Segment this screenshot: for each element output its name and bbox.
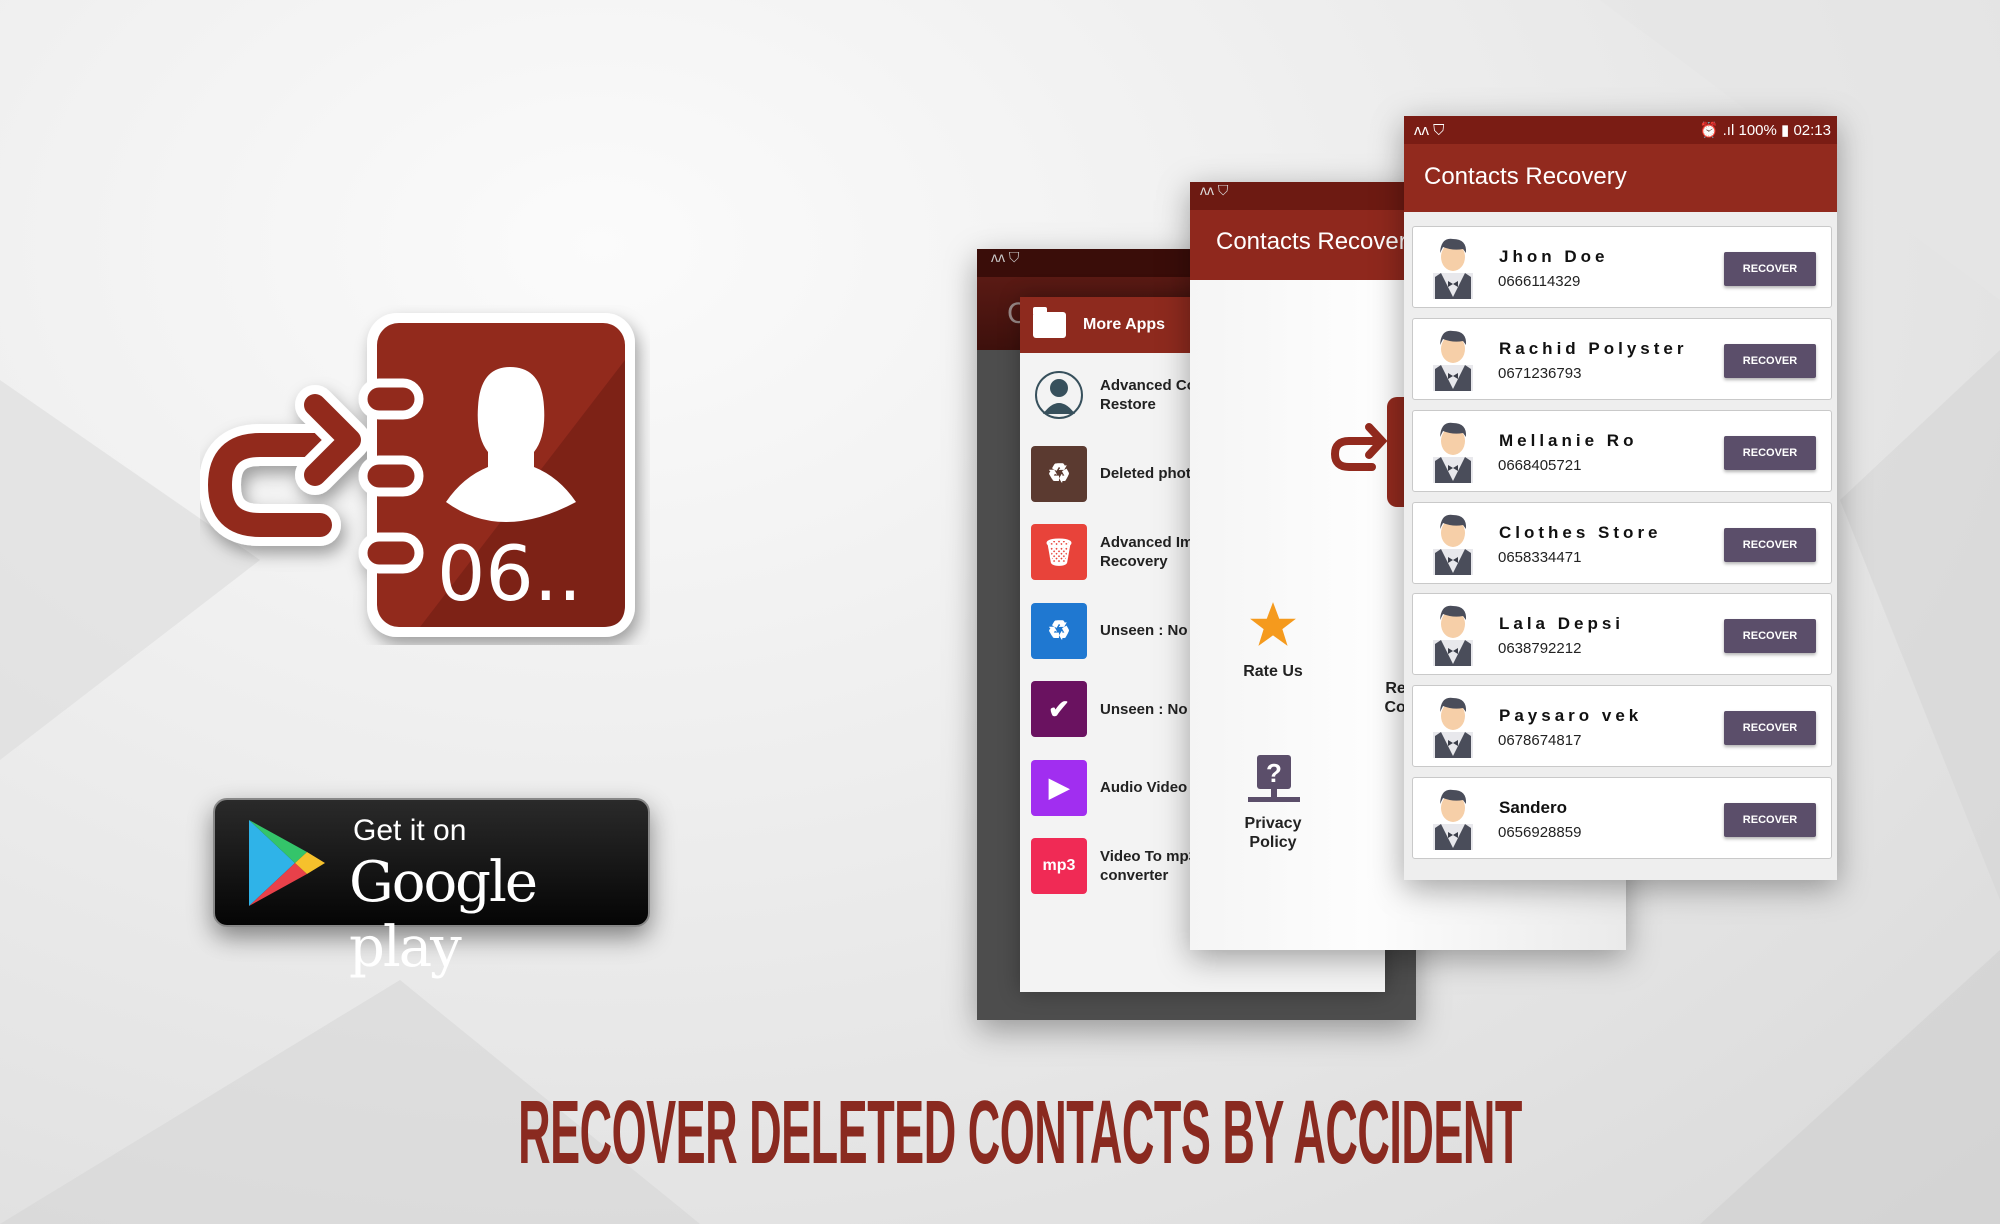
recover-button[interactable]: RECOVER (1724, 343, 1816, 378)
mp3-icon: mp3 (1031, 838, 1087, 894)
recover-button[interactable]: RECOVER (1724, 711, 1816, 746)
contact-phone: 0656928859 (1498, 824, 1582, 842)
contact-phone: 0666114329 (1498, 273, 1581, 290)
app-icon-number: 06.. (437, 529, 582, 618)
notification-icons: ᴧᴧ ⛉ (991, 249, 1020, 265)
drawer-item-label: Unseen : No l (1100, 622, 1196, 639)
contact-name: Rachid Polyster (1499, 338, 1688, 358)
drawer-item[interactable]: 🗑 Advanced Im Recovery (1031, 524, 1193, 580)
contact-phone: 0678674817 (1498, 732, 1582, 750)
drawer-item[interactable]: ✔ Unseen : No l (1031, 681, 1196, 737)
drawer-item-label: Video To mp3 converter (1100, 848, 1197, 884)
drawer-item[interactable]: ▶ Audio Video C (1031, 759, 1203, 816)
drawer-header-label: More Apps (1083, 316, 1166, 333)
drawer-item-label: Advanced Im Recovery (1100, 534, 1194, 570)
recover-button[interactable]: RECOVER (1724, 619, 1816, 654)
battery-level: 100% (1738, 122, 1777, 139)
contacts-recovery-app-icon: 06.. (200, 313, 635, 637)
contact-name: Paysaro vek (1499, 706, 1643, 726)
drawer-item[interactable]: ♻ Unseen : No l (1031, 602, 1196, 659)
recycle-bin-icon: ♻ (1031, 445, 1087, 502)
contact-card: Paysaro vek 0678674817 RECOVER (1412, 685, 1832, 768)
star-icon[interactable] (1248, 600, 1298, 650)
contact-name: Jhon Doe (1499, 247, 1609, 266)
notification-icons: ᴧᴧ ⛉ (1200, 182, 1229, 198)
recover-button[interactable]: RECOVER (1724, 435, 1816, 470)
status-bar: ᴧᴧ ⛉ ⏰ .ıl 100% ▮ 02:13 (1404, 116, 1837, 144)
contact-avatar-icon (1433, 330, 1473, 391)
badge-line2: Google play (349, 850, 538, 980)
contact-phone: 0668405721 (1498, 456, 1582, 474)
contact-name: Lala Depsi (1499, 614, 1625, 634)
contact-phone: 0638792212 (1498, 640, 1582, 658)
contact-avatar-icon (1433, 697, 1473, 759)
trash-can-icon: 🗑 (1031, 524, 1087, 580)
drawer-item[interactable]: Advanced Co Restore (1031, 367, 1196, 423)
contact-card: Rachid Polyster 0671236793 RECOVER (1412, 317, 1832, 400)
drawer-item-label: Audio Video C (1100, 779, 1203, 796)
recycle-bin-icon: ♻ (1031, 602, 1087, 659)
contact-avatar-icon (1433, 238, 1473, 299)
rate-us-label[interactable]: Rate Us (1230, 662, 1316, 681)
privacy-policy-icon[interactable]: ? (1248, 755, 1300, 807)
app-bar: Contacts Recovery (1404, 144, 1837, 212)
status-right: ⏰ .ıl 100% ▮ 02:13 (1699, 122, 1831, 139)
recover-button[interactable]: RECOVER (1724, 527, 1816, 562)
badge-line1: Get it on (353, 814, 467, 847)
clock: 02:13 (1793, 122, 1831, 139)
contact-avatar-icon (1433, 422, 1473, 483)
contact-card: Sandero 0656928859 RECOVER (1412, 777, 1832, 860)
svg-text:?: ? (1266, 758, 1282, 788)
contact-phone: 0658334471 (1498, 548, 1582, 566)
contact-phone: 0671236793 (1498, 364, 1582, 382)
app-title: Contacts Recovery (1424, 163, 1627, 190)
drawer-item-label: Unseen : No l (1100, 700, 1196, 718)
contact-avatar-icon (1433, 606, 1473, 667)
contact-sync-icon (1031, 367, 1087, 423)
google-play-badge[interactable]: Get it on Google play (213, 798, 650, 980)
contact-name: Sandero (1499, 798, 1568, 818)
contact-name: Clothes Store (1499, 522, 1662, 542)
front-phone-screen: ᴧᴧ ⛉ ⏰ .ıl 100% ▮ 02:13 Contacts Recover… (1404, 116, 1837, 880)
notification-icons: ᴧᴧ ⛉ (1414, 121, 1445, 139)
recover-button[interactable]: RECOVER (1724, 803, 1816, 838)
contact-avatar-icon (1433, 789, 1473, 851)
drawer-item-label: Deleted photo (1100, 465, 1200, 482)
folder-icon (1033, 307, 1066, 338)
drawer-item[interactable]: ♻ Deleted photo (1031, 445, 1200, 502)
privacy-policy-label[interactable]: Privacy Policy (1225, 814, 1321, 852)
contact-card: Mellanie Ro 0668405721 RECOVER (1412, 409, 1832, 492)
headline: RECOVER DELETED CONTACTS BY ACCIDENT (518, 1083, 1522, 1183)
chat-check-icon: ✔ (1031, 681, 1087, 737)
contact-card: Jhon Doe 0666114329 RECOVER (1412, 226, 1832, 308)
app-title: Contacts Recovery (1216, 228, 1419, 255)
drawer-item-label: Advanced Co Restore (1100, 377, 1196, 413)
video-convert-icon: ▶ (1031, 759, 1087, 816)
contact-card: Lala Depsi 0638792212 RECOVER (1412, 593, 1832, 676)
google-play-logo-icon (249, 820, 325, 906)
contact-card: Clothes Store 0658334471 RECOVER (1412, 501, 1832, 584)
drawer-item[interactable]: mp3 Video To mp3 converter (1031, 838, 1197, 894)
contact-avatar-icon (1433, 514, 1473, 575)
contact-name: Mellanie Ro (1499, 430, 1638, 450)
recover-button[interactable]: RECOVER (1724, 252, 1816, 286)
